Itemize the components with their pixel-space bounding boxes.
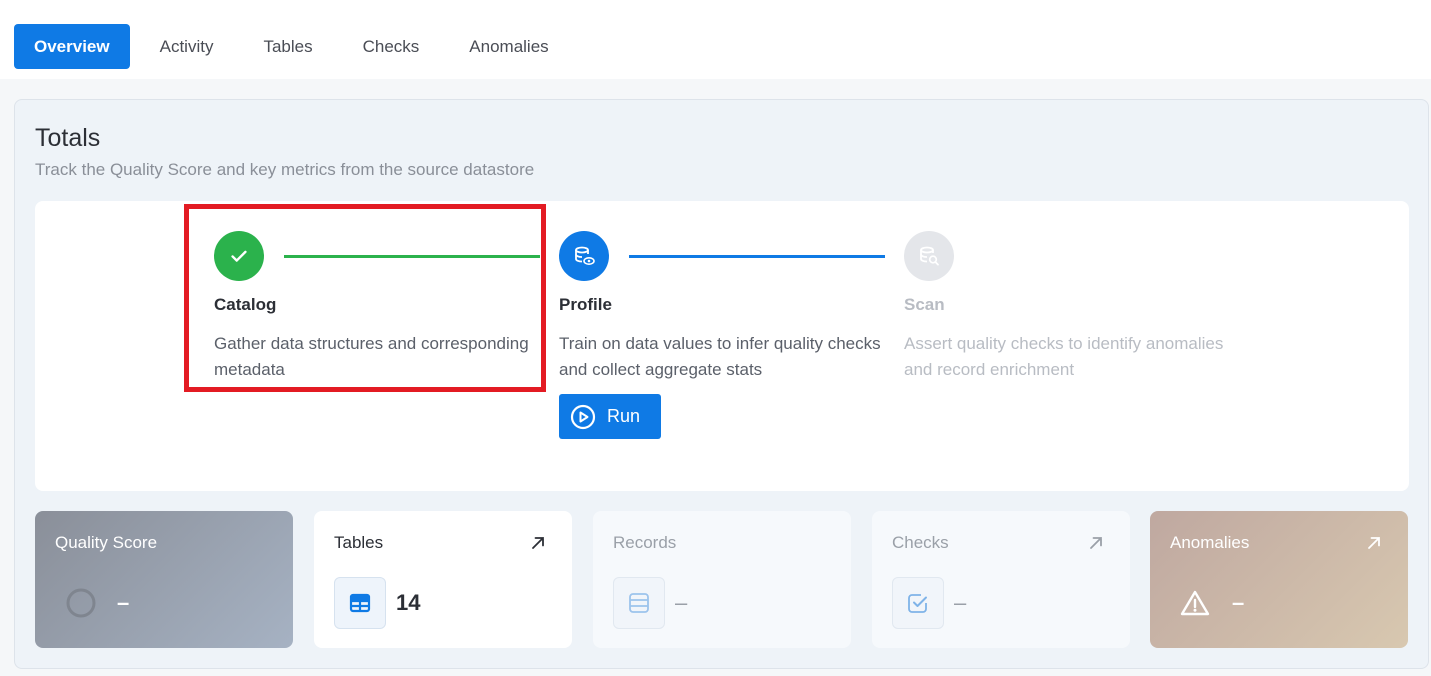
metric-anomalies[interactable]: Anomalies –: [1150, 511, 1408, 648]
step-scan-description: Assert quality checks to identify anomal…: [904, 334, 1224, 379]
totals-title: Totals: [35, 124, 101, 152]
records-value: –: [675, 590, 688, 615]
tab-overview[interactable]: Overview: [14, 24, 130, 69]
metric-quality-score: Quality Score –: [35, 511, 293, 648]
catalog-highlight-box: [184, 204, 546, 392]
totals-subtitle: Track the Quality Score and key metrics …: [35, 160, 535, 179]
database-eye-icon: [559, 231, 609, 281]
records-icon: [613, 577, 665, 629]
step-profile-description: Train on data values to infer quality ch…: [559, 334, 881, 379]
step-profile: Profile Train on data values to infer qu…: [559, 231, 889, 439]
step-profile-title: Profile: [559, 295, 612, 314]
tab-tables[interactable]: Tables: [243, 24, 332, 69]
tables-value: 14: [396, 590, 421, 615]
arrow-up-right-icon[interactable]: [1088, 535, 1104, 551]
quality-score-value: –: [117, 590, 130, 615]
quality-score-label: Quality Score: [55, 533, 158, 552]
warning-icon: [1180, 590, 1210, 616]
anomalies-label: Anomalies: [1170, 533, 1250, 552]
table-icon: [334, 577, 386, 629]
tab-bar: Overview Activity Tables Checks Anomalie…: [14, 24, 579, 69]
checks-value: –: [954, 590, 967, 615]
records-label: Records: [613, 533, 677, 552]
play-circle-icon: [570, 404, 596, 429]
metric-checks[interactable]: Checks –: [872, 511, 1130, 648]
step-scan: Scan Assert quality checks to identify a…: [904, 231, 1234, 383]
arrow-up-right-icon[interactable]: [1366, 535, 1382, 551]
tab-anomalies[interactable]: Anomalies: [449, 24, 568, 69]
step-scan-title: Scan: [904, 295, 945, 314]
tables-label: Tables: [334, 533, 384, 552]
checks-label: Checks: [892, 533, 949, 552]
metric-records: Records –: [593, 511, 851, 648]
anomalies-value: –: [1232, 590, 1245, 615]
tab-activity[interactable]: Activity: [140, 24, 234, 69]
database-search-icon: [904, 231, 954, 281]
arrow-up-right-icon[interactable]: [530, 535, 546, 551]
run-profile-button[interactable]: Run: [559, 394, 661, 439]
tab-checks[interactable]: Checks: [343, 24, 440, 69]
metric-tables[interactable]: Tables 14: [314, 511, 572, 648]
checkbox-icon: [892, 577, 944, 629]
run-button-label: Run: [607, 406, 641, 426]
circle-gauge-icon: [66, 588, 96, 618]
